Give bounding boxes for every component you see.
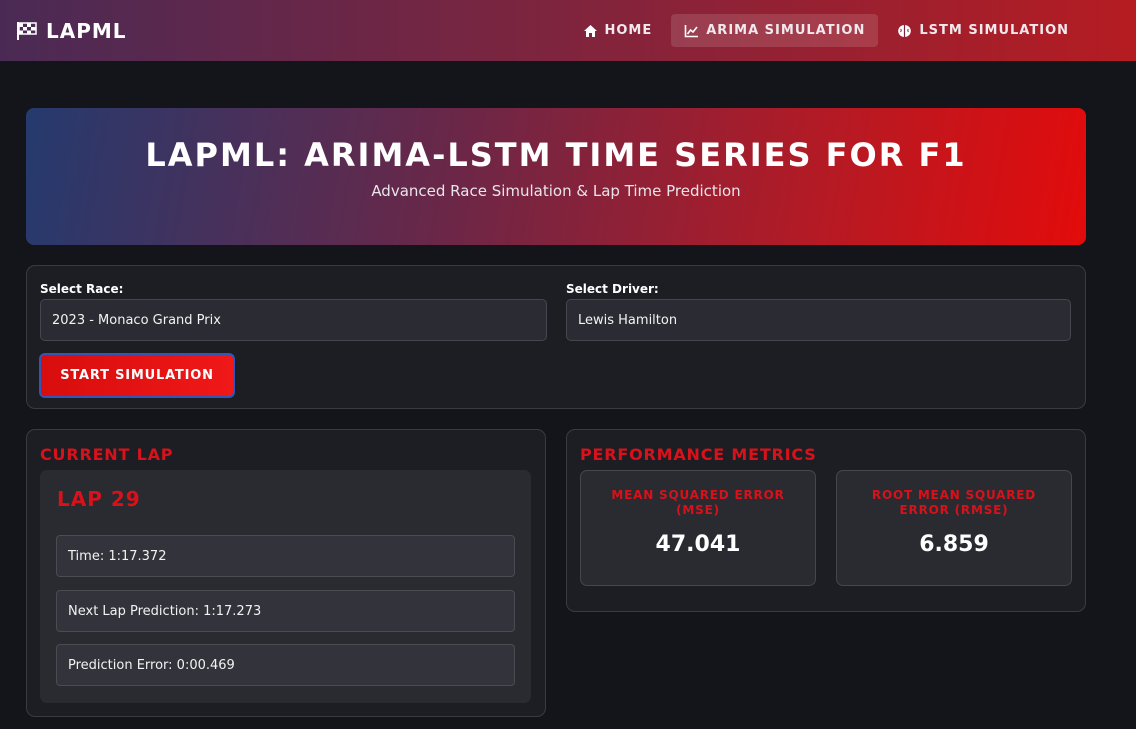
nav-home-link[interactable]: HOME — [570, 14, 666, 47]
mse-metric: MEAN SQUARED ERROR (MSE) 47.041 — [580, 470, 816, 586]
page-subtitle: Advanced Race Simulation & Lap Time Pred… — [371, 182, 741, 200]
lap-number: LAP 29 — [57, 487, 141, 511]
hero-banner: LAPML: ARIMA-LSTM TIME SERIES FOR F1 Adv… — [26, 108, 1086, 245]
race-select-label: Select Race: — [40, 282, 124, 296]
top-navbar: LAPML HOME ARIMA SIMULATION LSTM SIMULAT… — [0, 0, 1136, 61]
line-chart-icon — [684, 24, 699, 37]
nav-arima-label: ARIMA SIMULATION — [706, 23, 866, 38]
nav-lstm-link[interactable]: LSTM SIMULATION — [884, 14, 1082, 47]
brand-name: LAPML — [46, 18, 127, 43]
nav-arima-link[interactable]: ARIMA SIMULATION — [671, 14, 879, 47]
simulation-controls: Select Race: 2023 - Monaco Grand Prix Se… — [26, 265, 1086, 409]
current-lap-panel: CURRENT LAP LAP 29 Time: 1:17.372 Next L… — [26, 429, 546, 717]
brand[interactable]: LAPML — [16, 19, 127, 43]
rmse-label: ROOT MEAN SQUARED ERROR (RMSE) — [871, 488, 1037, 517]
current-lap-heading: CURRENT LAP — [40, 445, 174, 464]
rmse-metric: ROOT MEAN SQUARED ERROR (RMSE) 6.859 — [836, 470, 1072, 586]
next-lap-prediction: Next Lap Prediction: 1:17.273 — [56, 590, 515, 632]
checkered-flag-icon — [17, 21, 37, 40]
prediction-error: Prediction Error: 0:00.469 — [56, 644, 515, 686]
brain-icon — [898, 24, 912, 37]
performance-metrics-panel: PERFORMANCE METRICS MEAN SQUARED ERROR (… — [566, 429, 1086, 612]
lap-time: Time: 1:17.372 — [56, 535, 515, 577]
mse-label: MEAN SQUARED ERROR (MSE) — [611, 488, 785, 517]
start-simulation-button[interactable]: START SIMULATION — [39, 353, 235, 398]
nav-lstm-label: LSTM SIMULATION — [919, 23, 1069, 38]
rmse-value: 6.859 — [919, 532, 989, 557]
race-select[interactable]: 2023 - Monaco Grand Prix — [40, 299, 547, 341]
nav-links: HOME ARIMA SIMULATION LSTM SIMULATION — [570, 14, 1083, 47]
home-icon — [583, 24, 597, 37]
driver-select-label: Select Driver: — [566, 282, 659, 296]
performance-metrics-heading: PERFORMANCE METRICS — [580, 445, 817, 464]
nav-home-label: HOME — [604, 23, 653, 38]
lap-details: LAP 29 Time: 1:17.372 Next Lap Predictio… — [40, 470, 531, 703]
driver-select[interactable]: Lewis Hamilton — [566, 299, 1071, 341]
mse-value: 47.041 — [655, 532, 741, 557]
page-title: LAPML: ARIMA-LSTM TIME SERIES FOR F1 — [145, 136, 967, 174]
